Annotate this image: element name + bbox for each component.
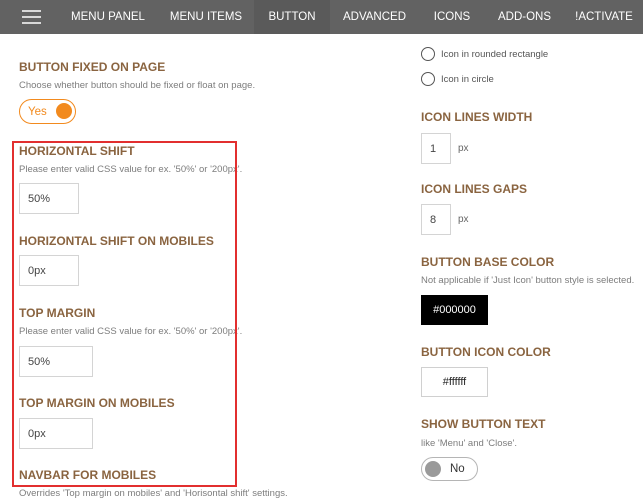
navbar-mobiles-desc: Overrides 'Top margin on mobiles' and 'H…: [19, 488, 288, 499]
tab-icons[interactable]: ICONS: [421, 0, 483, 34]
tab-menu-items[interactable]: MENU ITEMS: [162, 0, 250, 34]
top-nav-bar: MENU PANEL MENU ITEMS BUTTON ADVANCED IC…: [0, 0, 643, 34]
radio-label: Icon in circle: [441, 73, 494, 85]
show-button-text-desc: like 'Menu' and 'Close'.: [421, 438, 517, 449]
hamburger-menu-icon[interactable]: [22, 10, 41, 24]
horizontal-shift-desc: Please enter valid CSS value for ex. '50…: [19, 164, 243, 175]
radio-circle-icon: [421, 72, 435, 86]
icon-lines-gaps-title: ICON LINES GAPS: [421, 182, 528, 196]
button-icon-color-title: BUTTON ICON COLOR: [421, 345, 551, 359]
toggle-knob: [56, 103, 72, 119]
toggle-label: Yes: [28, 105, 47, 118]
top-margin-input[interactable]: 50%: [19, 346, 93, 377]
show-button-text-title: SHOW BUTTON TEXT: [421, 417, 546, 431]
toggle-label: No: [450, 463, 465, 475]
icon-lines-gaps-input[interactable]: 8: [421, 204, 451, 235]
icon-lines-gaps-unit: px: [458, 214, 469, 225]
icon-lines-width-input[interactable]: 1: [421, 133, 451, 164]
button-base-color-title: BUTTON BASE COLOR: [421, 255, 555, 269]
top-margin-title: TOP MARGIN: [19, 306, 96, 320]
button-fixed-toggle[interactable]: Yes: [19, 99, 76, 124]
top-margin-mobiles-input[interactable]: 0px: [19, 418, 93, 449]
button-fixed-title: BUTTON FIXED ON PAGE: [19, 60, 166, 74]
icon-lines-width-unit: px: [458, 143, 469, 154]
tab-menu-panel[interactable]: MENU PANEL: [60, 0, 156, 34]
icon-lines-width-title: ICON LINES WIDTH: [421, 110, 533, 124]
horizontal-shift-mobiles-title: HORIZONTAL SHIFT ON MOBILES: [19, 234, 214, 248]
button-icon-color-picker[interactable]: #ffffff: [421, 367, 488, 397]
radio-circle-icon: [421, 47, 435, 61]
toggle-knob: [425, 461, 441, 477]
top-margin-mobiles-title: TOP MARGIN ON MOBILES: [19, 396, 175, 410]
radio-icon-rounded-rectangle[interactable]: Icon in rounded rectangle: [421, 47, 548, 61]
tab-advanced[interactable]: ADVANCED: [334, 0, 415, 34]
button-fixed-desc: Choose whether button should be fixed or…: [19, 80, 256, 91]
radio-label: Icon in rounded rectangle: [441, 48, 549, 60]
horizontal-shift-title: HORIZONTAL SHIFT: [19, 144, 135, 158]
horizontal-shift-input[interactable]: 50%: [19, 183, 79, 214]
radio-icon-circle[interactable]: Icon in circle: [421, 72, 494, 86]
button-base-color-picker[interactable]: #000000: [421, 295, 488, 325]
show-button-text-toggle[interactable]: No: [421, 457, 478, 481]
button-base-color-desc: Not applicable if 'Just Icon' button sty…: [421, 275, 635, 286]
horizontal-shift-mobiles-input[interactable]: 0px: [19, 255, 79, 286]
tab-activate[interactable]: !ACTIVATE: [569, 0, 639, 34]
top-margin-desc: Please enter valid CSS value for ex. '50…: [19, 326, 243, 337]
tab-add-ons[interactable]: ADD-ONS: [488, 0, 561, 34]
navbar-mobiles-title: NAVBAR FOR MOBILES: [19, 468, 157, 482]
tab-button[interactable]: BUTTON: [254, 0, 330, 34]
